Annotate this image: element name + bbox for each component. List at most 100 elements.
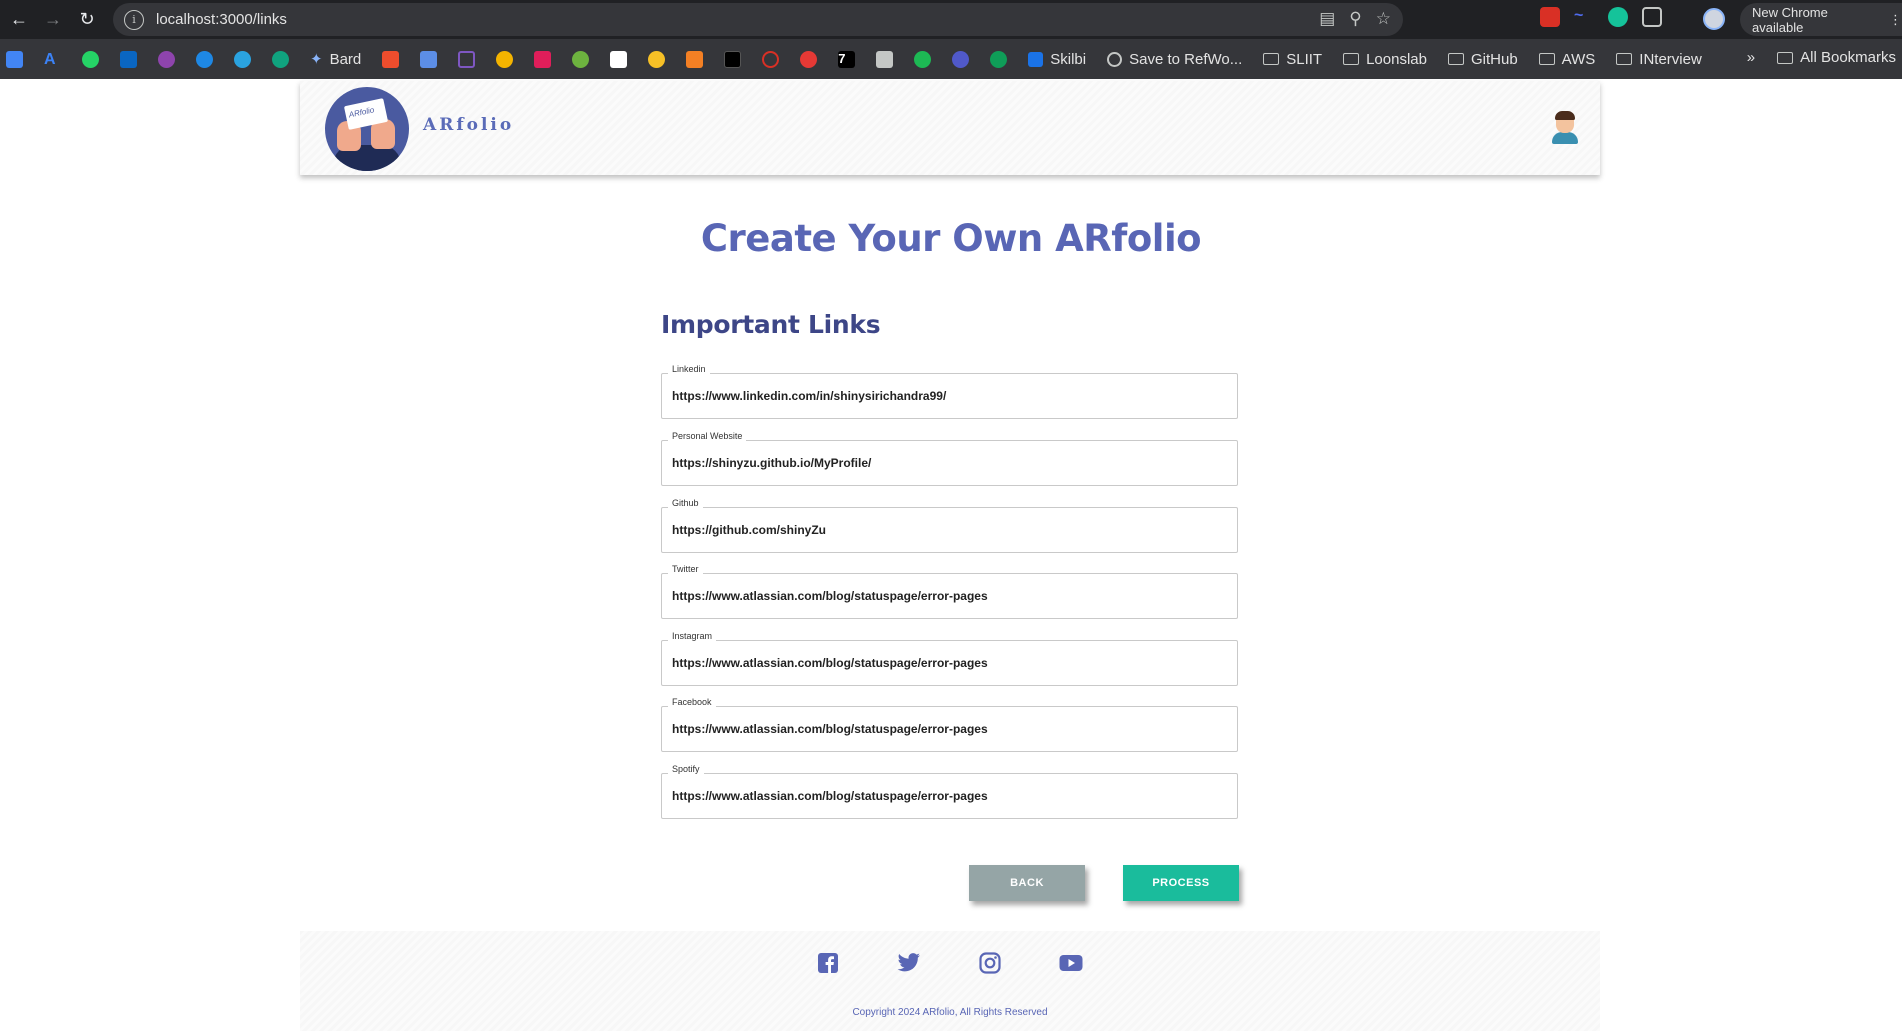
bookmarks-overflow-button[interactable]: » [1747,49,1755,66]
bookmark-folder-github[interactable]: GitHub [1447,50,1518,68]
facebook-icon[interactable] [816,951,840,975]
extension-wave-icon[interactable]: ~ [1574,7,1594,27]
linkedin-field[interactable]: Linkedin [661,364,1238,419]
avatar-hair [1555,111,1575,120]
folder-icon [1343,53,1360,65]
user-avatar-icon[interactable] [1552,111,1578,145]
bookmark-purple-icon[interactable] [158,50,175,68]
process-button[interactable]: PROCESS [1123,865,1239,901]
bookmark-linkedin-icon[interactable] [120,50,137,68]
bookmark-label: Skilbi [1050,50,1087,68]
page: ARfolio ARfolio Create Your Own ARfolio … [0,79,1902,1031]
field-label: Instagram [668,631,717,641]
extensions-puzzle-icon[interactable] [1642,7,1662,27]
bookmark-photos-icon[interactable] [6,50,23,68]
bookmark-calendar-icon[interactable] [420,50,438,68]
kebab-menu-icon[interactable]: ⋮ [1889,12,1902,28]
grammarly-icon[interactable] [1608,7,1628,27]
bookmark-label: Loonslab [1366,50,1427,68]
logo-text: ARfolio [347,105,376,120]
address-bar[interactable]: i localhost:3000/links ▤ ⚲ ☆ [113,3,1403,36]
field-label: Personal Website [668,431,747,441]
site-header: ARfolio ARfolio [300,81,1600,175]
instagram-input[interactable] [662,641,1237,685]
spotify-input[interactable] [662,774,1237,818]
bookmark-pocket-icon[interactable] [382,50,400,68]
reload-icon[interactable]: ↻ [72,5,102,35]
bookmark-label: SLIIT [1286,50,1323,68]
bookmark-skilbi[interactable]: Skilbi [1028,51,1086,68]
bookmark-folder-sliit[interactable]: SLIIT [1263,51,1322,68]
bard-icon: ✦ [310,51,323,68]
profile-avatar[interactable] [1703,8,1725,30]
github-field[interactable]: Github [661,498,1238,553]
bookmark-sheet-icon[interactable] [876,50,894,68]
bookmark-teams-icon[interactable] [952,50,970,68]
site-info-icon[interactable]: i [124,9,144,30]
bookmark-stackoverflow-icon[interactable] [686,50,704,68]
bookmark-yellow-icon[interactable] [496,50,514,68]
bookmark-whatsapp-icon[interactable] [82,50,99,68]
new-chrome-available-button[interactable]: New Chrome available ⋮ [1740,3,1902,36]
bookmark-star-icon[interactable]: ☆ [1376,9,1391,29]
extension-red-icon[interactable] [1540,7,1560,27]
instagram-icon[interactable] [978,951,1002,975]
folder-icon [1616,53,1633,65]
forward-arrow-icon[interactable]: → [38,5,68,35]
url-text[interactable]: localhost:3000/links [156,11,287,28]
extensions-area: ~ [1540,7,1662,27]
facebook-field[interactable]: Facebook [661,697,1238,752]
bookmark-folder-loonslab[interactable]: Loonslab [1343,51,1427,68]
bookmark-label: INterview [1639,50,1702,68]
spotify-field[interactable]: Spotify [661,764,1238,819]
personal-website-input[interactable] [662,441,1237,485]
browser-toolbar: ← → ↻ i localhost:3000/links ▤ ⚲ ☆ ~ New… [0,0,1902,39]
bookmark-quora-icon[interactable] [762,50,780,68]
globe-icon [1107,51,1123,67]
bookmark-counter-icon[interactable] [800,50,818,68]
bookmark-notion-icon[interactable] [610,50,628,68]
bookmark-refworks[interactable]: Save to RefWo... [1107,51,1242,68]
update-label: New Chrome available [1752,4,1828,35]
bookmark-label: Bard [329,50,362,68]
personal-website-field[interactable]: Personal Website [661,431,1238,486]
bookmark-folder-interview[interactable]: INterview [1616,51,1702,68]
bookmark-bard[interactable]: ✦ Bard [310,50,362,69]
bookmark-folder-aws[interactable]: AWS [1538,50,1596,68]
bookmark-avatar-icon[interactable] [648,50,666,68]
bookmark-slack-icon[interactable] [534,50,552,68]
field-label: Github [668,498,703,508]
bookmark-label: AWS [1561,50,1596,68]
zoom-icon[interactable]: ⚲ [1349,9,1361,29]
avatar-shirt [1552,132,1578,144]
facebook-input[interactable] [662,707,1237,751]
skilbi-icon [1028,51,1044,67]
bookmark-spotify-icon[interactable] [914,50,932,68]
bookmarks-bar: A ✦ Bard 7 Skilbi Save to RefWo... SLIIT… [0,39,1902,79]
site-footer: Copyright 2024 ARfolio, All Rights Reser… [300,931,1600,1031]
bookmark-s-icon[interactable] [990,50,1008,68]
bookmark-hackerrank-icon[interactable] [724,50,742,68]
linkedin-input[interactable] [662,374,1237,418]
bookmark-telegram-icon[interactable] [234,50,251,68]
bookmark-chatgpt-icon[interactable] [272,50,289,68]
install-app-icon[interactable]: ▤ [1319,9,1335,29]
back-button[interactable]: BACK [969,865,1085,901]
bookmark-c-icon[interactable] [196,50,213,68]
bookmark-azure-icon[interactable]: A [44,51,61,68]
github-input[interactable] [662,508,1237,552]
all-bookmarks-button[interactable]: All Bookmarks [1777,49,1896,66]
bookmark-spring-icon[interactable] [572,50,590,68]
bookmark-seven-icon[interactable]: 7 [838,50,856,68]
field-label: Twitter [668,564,703,574]
back-arrow-icon[interactable]: ← [4,5,34,35]
arfolio-logo[interactable]: ARfolio [325,87,409,171]
instagram-field[interactable]: Instagram [661,631,1238,686]
bookmark-label: GitHub [1470,50,1518,68]
bookmark-hex-icon[interactable] [458,50,476,68]
field-label: Spotify [668,764,704,774]
youtube-icon[interactable] [1059,951,1083,975]
twitter-field[interactable]: Twitter [661,564,1238,619]
twitter-icon[interactable] [897,951,921,975]
twitter-input[interactable] [662,574,1237,618]
